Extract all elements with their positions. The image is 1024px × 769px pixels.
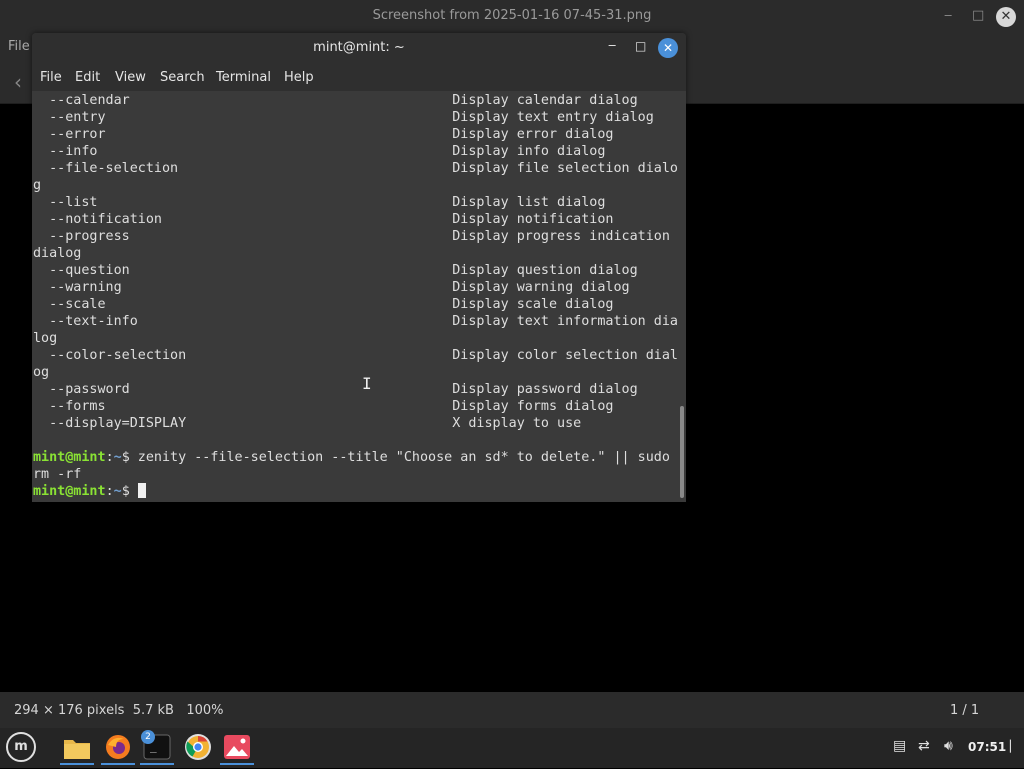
volume-icon[interactable]: 🔊︎ [944, 738, 953, 754]
image-viewer-icon [224, 735, 250, 759]
output-line: og [33, 365, 50, 380]
mint-menu-icon[interactable]: m [6, 732, 36, 762]
prompt-symbol: $ [121, 484, 138, 499]
terminal-output[interactable]: --calendar Display calendar dialog --ent… [32, 91, 678, 502]
command-line: mint@mint:~$ zenity --file-selection --t… [33, 450, 670, 465]
close-icon[interactable]: ✕ [658, 38, 678, 58]
taskbar-image-viewer[interactable] [219, 731, 255, 765]
folder-icon [64, 740, 90, 759]
viewer-titlebar: Screenshot from 2025-01-16 07-45-31.png … [0, 0, 1024, 34]
scrollbar-thumb[interactable] [680, 406, 684, 498]
terminal-scrollbar[interactable] [678, 91, 686, 502]
show-desktop-icon[interactable]: ▏ [1010, 740, 1018, 753]
output-line: --color-selection Display color selectio… [33, 348, 678, 363]
text-cursor [137, 483, 146, 498]
output-line: --list Display list dialog [33, 195, 606, 210]
terminal-menubar: File Edit View Search Terminal Help [32, 63, 686, 91]
prompt-user: mint@mint [33, 450, 106, 465]
viewer-statusbar: 294 × 176 pixels 5.7 kB 100% 1 / 1 [0, 692, 1024, 728]
output-line: --file-selection Display file selection … [33, 161, 678, 176]
clipboard-icon[interactable]: ▤ [893, 738, 906, 754]
network-icon[interactable]: ⇄ [918, 738, 930, 754]
output-line: --warning Display warning dialog [33, 280, 630, 295]
output-line: log [33, 331, 58, 346]
ibeam-cursor-icon: I [362, 374, 372, 393]
viewer-menu-file[interactable]: File [8, 39, 30, 54]
menu-search[interactable]: Search [160, 70, 205, 85]
running-indicator [140, 763, 174, 765]
previous-image-icon[interactable]: ‹ [14, 70, 22, 94]
output-line: --info Display info dialog [33, 144, 606, 159]
terminal-title: mint@mint: ~ [313, 40, 405, 55]
viewer-minimize-icon[interactable]: ‒ [944, 8, 952, 23]
output-line: --question Display question dialog [33, 263, 638, 278]
clock[interactable]: 07:51 [968, 740, 1006, 754]
output-line: g [33, 178, 42, 193]
running-indicator [60, 763, 94, 765]
taskbar: m _ 2 ▤ ⇄ 🔊︎ 07:51 ▏ [0, 728, 1024, 768]
taskbar-firefox[interactable] [100, 731, 136, 765]
active-prompt-line[interactable]: mint@mint:~$ [33, 483, 146, 500]
output-line: --forms Display forms dialog [33, 399, 614, 414]
terminal-titlebar[interactable]: mint@mint: ~ ‒ □ ✕ [32, 33, 686, 63]
viewer-maximize-icon[interactable]: □ [972, 8, 984, 23]
viewer-window-title: Screenshot from 2025-01-16 07-45-31.png [372, 8, 652, 23]
output-line: --calendar Display calendar dialog [33, 93, 638, 108]
command-text: $ zenity --file-selection --title "Choos… [121, 450, 670, 465]
taskbar-terminal[interactable]: _ 2 [139, 730, 175, 765]
image-page-counter: 1 / 1 [950, 703, 980, 718]
command-wrap-line: rm -rf [33, 467, 82, 482]
output-line: --display=DISPLAY X display to use [33, 416, 582, 431]
running-indicator [101, 763, 135, 765]
output-line: --entry Display text entry dialog [33, 110, 654, 125]
minimize-icon[interactable]: ‒ [608, 38, 616, 53]
menu-file[interactable]: File [40, 70, 62, 85]
menu-help[interactable]: Help [284, 70, 314, 85]
taskbar-files[interactable] [59, 731, 95, 765]
taskbar-chrome[interactable] [180, 731, 216, 765]
prompt-dir: ~ [113, 450, 122, 465]
output-line: --notification Display notification [33, 212, 614, 227]
prompt-dir: ~ [113, 484, 122, 499]
output-line: --error Display error dialog [33, 127, 614, 142]
image-info: 294 × 176 pixels 5.7 kB 100% [14, 703, 224, 718]
running-indicator [220, 763, 254, 765]
window-count-badge: 2 [141, 730, 155, 744]
menu-view[interactable]: View [115, 70, 146, 85]
viewer-close-icon[interactable]: ✕ [996, 7, 1016, 27]
output-line: --scale Display scale dialog [33, 297, 614, 312]
chrome-icon [185, 734, 211, 760]
menu-edit[interactable]: Edit [75, 70, 100, 85]
output-line: --password Display password dialog [33, 382, 638, 397]
terminal-window[interactable]: mint@mint: ~ ‒ □ ✕ File Edit View Search… [32, 33, 686, 502]
firefox-icon [106, 735, 130, 759]
menu-terminal[interactable]: Terminal [216, 70, 271, 85]
maximize-icon[interactable]: □ [635, 39, 646, 53]
output-line: --text-info Display text information dia [33, 314, 678, 329]
output-line: dialog [33, 246, 82, 261]
prompt-user: mint@mint [33, 484, 106, 499]
output-line: --progress Display progress indication [33, 229, 670, 244]
